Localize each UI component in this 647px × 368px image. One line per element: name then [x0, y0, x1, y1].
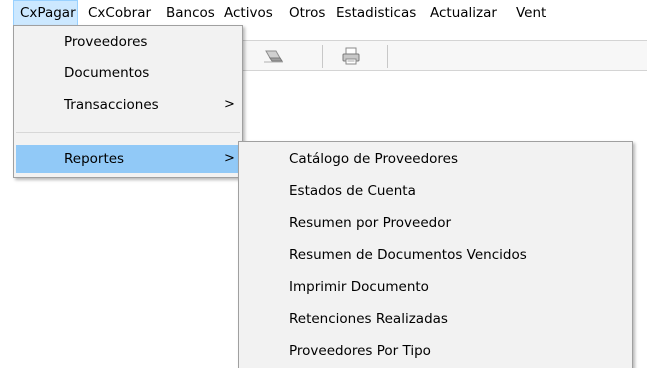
menu-separator: [16, 132, 240, 133]
chevron-right-icon: >: [224, 151, 235, 166]
submenu-item-resumen-proveedor[interactable]: Resumen por Proveedor: [241, 209, 630, 237]
menu-item-label: Transacciones: [64, 97, 159, 113]
menu-item-label: Documentos: [64, 65, 150, 81]
eraser-icon[interactable]: [260, 45, 286, 67]
menu-otros[interactable]: Otros: [289, 0, 325, 26]
menu-item-label: Resumen de Documentos Vencidos: [289, 247, 527, 263]
menu-item-label: Resumen por Proveedor: [289, 215, 452, 231]
submenu-item-estados-cuenta[interactable]: Estados de Cuenta: [241, 177, 630, 205]
menu-item-reportes[interactable]: Reportes >: [16, 145, 240, 173]
submenu-item-retenciones-realizadas[interactable]: Retenciones Realizadas: [241, 305, 630, 333]
menu-cxcobrar[interactable]: CxCobrar: [88, 0, 151, 26]
submenu-item-resumen-documentos-vencidos[interactable]: Resumen de Documentos Vencidos: [241, 241, 630, 269]
printer-icon[interactable]: [338, 45, 364, 67]
submenu-item-proveedores-por-tipo[interactable]: Proveedores Por Tipo: [241, 337, 630, 365]
menu-actualizar[interactable]: Actualizar: [430, 0, 497, 26]
toolbar-separator: [387, 45, 388, 68]
menu-estadisticas[interactable]: Estadisticas: [336, 0, 416, 26]
menu-item-label: Retenciones Realizadas: [289, 311, 448, 327]
chevron-right-icon: >: [224, 97, 235, 112]
menu-item-transacciones[interactable]: Transacciones >: [16, 91, 240, 119]
menu-cxpagar[interactable]: CxPagar: [13, 0, 78, 26]
submenu-item-catalogo-proveedores[interactable]: Catálogo de Proveedores: [241, 145, 630, 173]
menu-activos[interactable]: Activos: [224, 0, 273, 26]
toolbar-separator: [322, 45, 323, 68]
menu-item-proveedores[interactable]: Proveedores: [16, 28, 240, 56]
menu-item-label: Imprimir Documento: [289, 279, 429, 295]
cxpagar-dropdown-menu: Proveedores Documentos Transacciones > R…: [13, 25, 243, 178]
menu-item-documentos[interactable]: Documentos: [16, 59, 240, 87]
menu-bancos[interactable]: Bancos: [166, 0, 215, 26]
reportes-submenu: Catálogo de Proveedores Estados de Cuent…: [238, 141, 633, 368]
menubar: CxPagar CxCobrar Bancos Activos Otros Es…: [0, 0, 647, 26]
menu-item-label: Proveedores Por Tipo: [289, 343, 431, 359]
menu-item-label: Catálogo de Proveedores: [289, 151, 459, 167]
menu-ventas[interactable]: Vent: [516, 0, 546, 26]
menu-item-label: Proveedores: [64, 34, 148, 50]
menu-item-label: Estados de Cuenta: [289, 183, 416, 199]
menu-item-label: Reportes: [64, 151, 125, 167]
submenu-item-imprimir-documento[interactable]: Imprimir Documento: [241, 273, 630, 301]
toolbar-strip: [238, 40, 647, 71]
